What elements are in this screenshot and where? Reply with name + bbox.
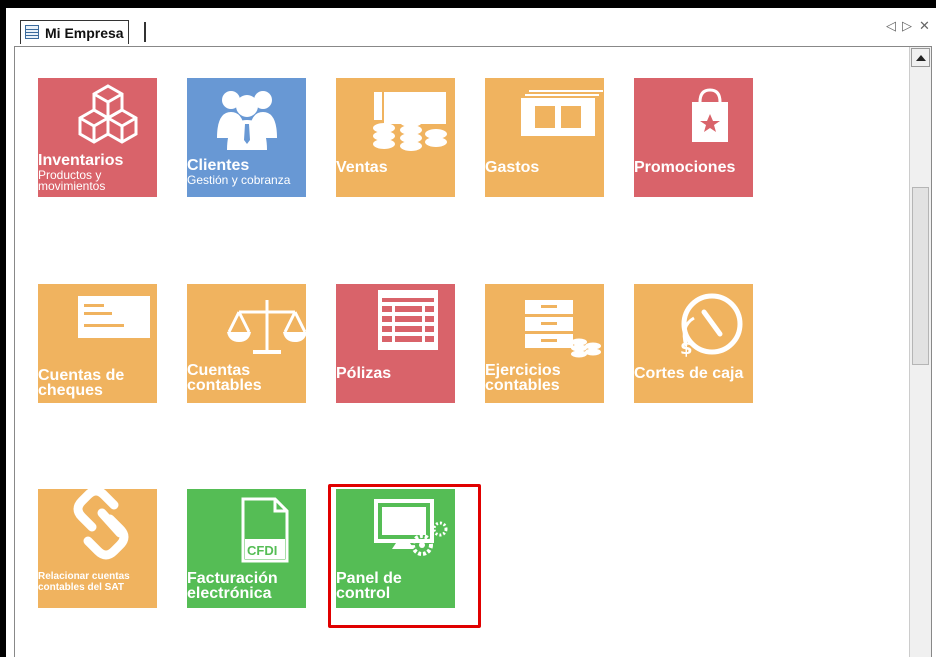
tile-title: Gastos xyxy=(485,159,540,176)
tile-title: Cuentas contables xyxy=(187,362,262,394)
tile-subtitle: Productos y movimientos xyxy=(38,168,106,193)
shopping-bag-icon xyxy=(692,88,728,142)
cfdi-label: CFDI xyxy=(247,543,277,558)
tile-title: Ventas xyxy=(336,159,388,176)
tab-mi-empresa[interactable]: Mi Empresa xyxy=(20,20,129,44)
tab-bar: Mi Empresa ◁ ▷ ✕ xyxy=(6,8,936,46)
tile-cortes-de-caja[interactable]: $ Cortes de caja xyxy=(634,284,753,403)
tile-ventas[interactable]: Ventas xyxy=(336,78,455,197)
scroll-tabs-right-icon[interactable]: ▷ xyxy=(902,18,912,34)
tile-inventarios[interactable]: Inventarios Productos y movimientos xyxy=(38,78,157,197)
close-icon[interactable]: ✕ xyxy=(919,18,930,34)
scroll-tabs-left-icon[interactable]: ◁ xyxy=(886,18,896,34)
tile-title: Ejercicios contables xyxy=(485,362,561,394)
tile-relacionar-cuentas-sat[interactable]: Relacionar cuentas contables del SAT xyxy=(38,489,157,608)
document-icon xyxy=(25,25,39,39)
scroll-thumb[interactable] xyxy=(912,187,929,365)
tile-cuentas-de-cheques[interactable]: Cuentas de cheques xyxy=(38,284,157,403)
tile-clientes[interactable]: Clientes Gestión y cobranza xyxy=(187,78,306,197)
tile-polizas[interactable]: Pólizas xyxy=(336,284,455,403)
workspace-window: Mi Empresa ◁ ▷ ✕ Inventarios Productos y… xyxy=(6,8,936,657)
cash-clock-icon: $ xyxy=(680,293,743,359)
tile-cuentas-contables[interactable]: Cuentas contables xyxy=(187,284,306,403)
tile-title: Facturación electrónica xyxy=(187,570,278,602)
tile-title: Relacionar cuentas contables del SAT xyxy=(38,571,130,593)
scroll-up-icon[interactable] xyxy=(911,48,930,67)
tile-title: Inventarios xyxy=(38,152,124,169)
tiles-panel: Inventarios Productos y movimientos Clie… xyxy=(14,46,932,657)
svg-text:$: $ xyxy=(680,338,693,359)
tile-title: Cuentas de cheques xyxy=(38,367,125,399)
highlight-box xyxy=(328,484,481,628)
tab-label: Mi Empresa xyxy=(45,24,124,41)
ledger-icon xyxy=(378,290,438,350)
vertical-scrollbar[interactable] xyxy=(909,47,931,657)
bills-icon xyxy=(521,90,603,136)
tile-ejercicios-contables[interactable]: Ejercicios contables xyxy=(485,284,604,403)
tile-gastos[interactable]: Gastos xyxy=(485,78,604,197)
tile-title: Clientes xyxy=(187,157,250,174)
tile-title: Cortes de caja xyxy=(634,365,744,382)
sales-icon xyxy=(373,92,447,151)
tile-facturacion-electronica[interactable]: CFDI Facturación electrónica xyxy=(187,489,306,608)
tab-separator xyxy=(144,22,146,42)
tile-subtitle: Gestión y cobranza xyxy=(187,173,291,187)
tile-promociones[interactable]: Promociones xyxy=(634,78,753,197)
tile-title: Pólizas xyxy=(336,365,392,382)
tile-title: Promociones xyxy=(634,159,736,176)
